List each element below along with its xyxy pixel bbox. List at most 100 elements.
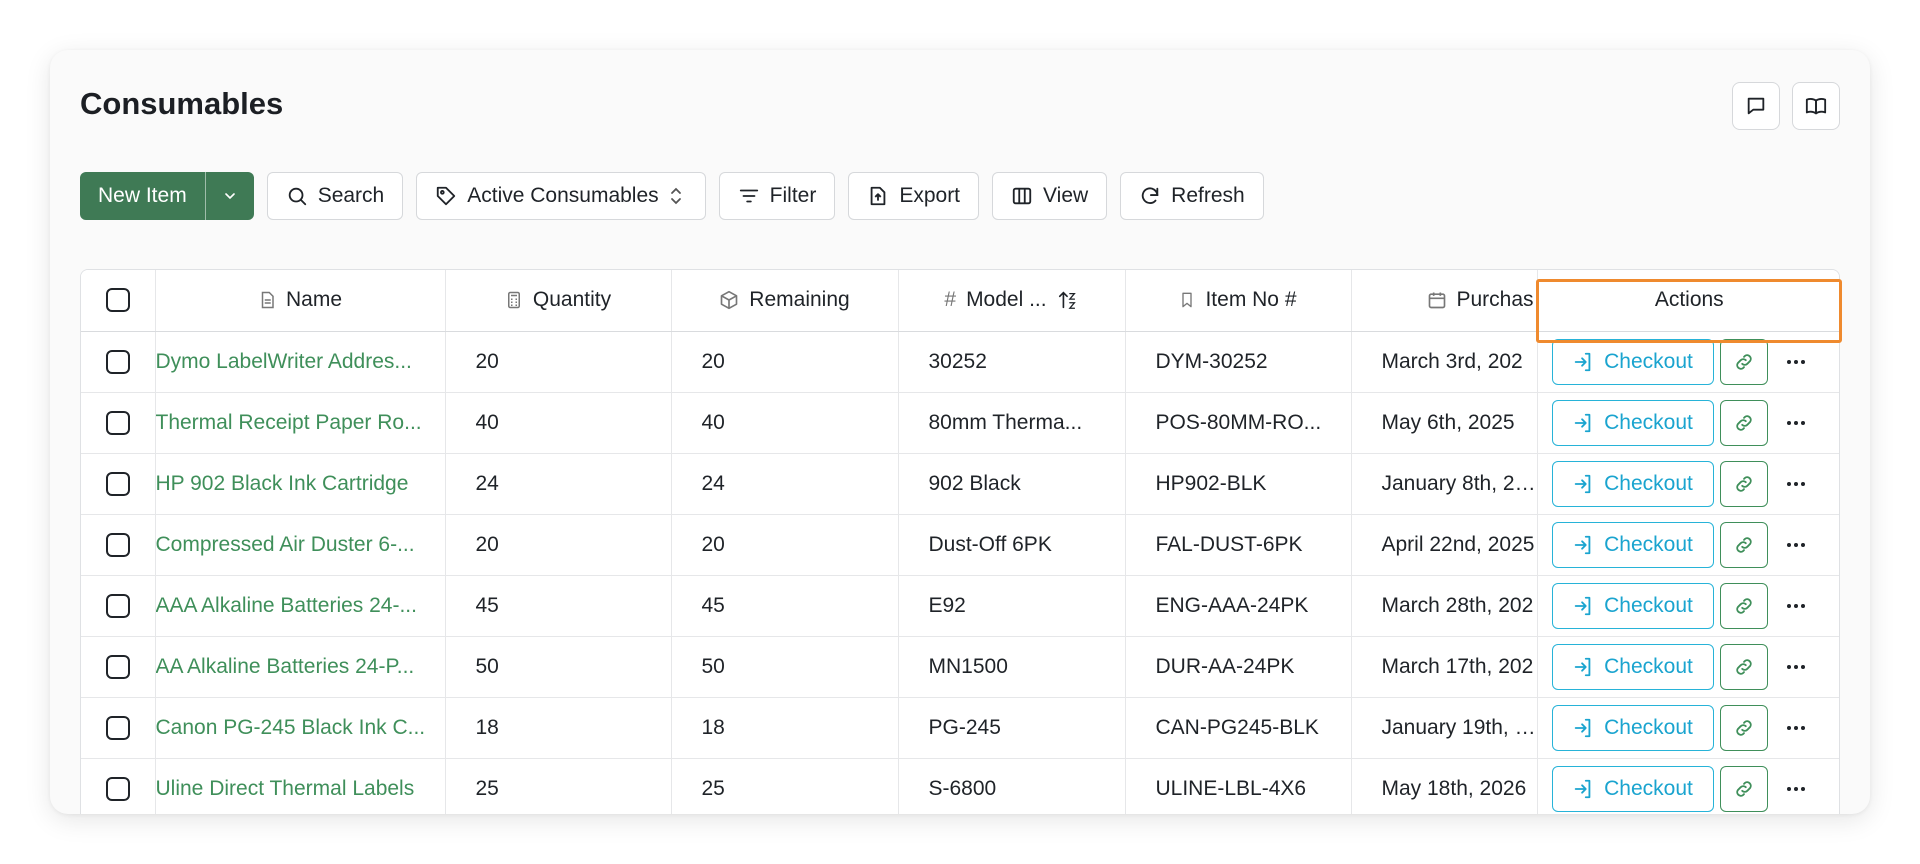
copy-link-button[interactable] (1719, 765, 1768, 812)
more-actions-button[interactable] (1774, 461, 1818, 507)
row-checkbox[interactable] (105, 349, 130, 374)
new-item-button[interactable]: New Item (80, 172, 205, 220)
item-name-link[interactable]: AA Alkaline Batteries 24-P... (155, 636, 446, 698)
table-row[interactable]: Canon PG-245 Black Ink C... 18 18 PG-245… (81, 697, 1839, 759)
copy-link-button[interactable] (1719, 643, 1768, 690)
header-quantity[interactable]: Quantity (445, 270, 672, 332)
item-name-link[interactable]: Dymo LabelWriter Addres... (155, 331, 446, 393)
copy-link-button[interactable] (1719, 338, 1768, 385)
export-icon (870, 186, 886, 206)
item-name-link[interactable]: AAA Alkaline Batteries 24-... (155, 575, 446, 637)
purchase-date-cell: April 22nd, 2025 (1351, 514, 1538, 576)
purchase-date-cell: May 6th, 2025 (1351, 392, 1538, 454)
top-icon-group (1732, 82, 1840, 130)
more-actions-button[interactable] (1774, 705, 1818, 751)
sign-in-icon (1574, 352, 1591, 371)
item-name-link[interactable]: HP 902 Black Ink Cartridge (155, 453, 446, 515)
checkout-button[interactable]: Checkout (1551, 643, 1714, 690)
link-icon (1735, 353, 1752, 370)
row-checkbox[interactable] (105, 471, 130, 496)
row-checkbox[interactable] (105, 593, 130, 618)
link-icon (1735, 658, 1752, 675)
model-cell: PG-245 (898, 697, 1126, 759)
new-item-dropdown-button[interactable] (206, 172, 254, 220)
checkout-button[interactable]: Checkout (1551, 338, 1714, 385)
row-checkbox[interactable] (105, 776, 130, 801)
toolbar: New Item Search Active Consumables Filte… (80, 172, 1264, 220)
export-button[interactable]: Export (848, 172, 980, 220)
bookmark-icon (1182, 292, 1193, 308)
quantity-cell: 25 (445, 758, 672, 814)
header-name[interactable]: Name (155, 270, 446, 332)
docs-button[interactable] (1792, 82, 1840, 130)
quantity-cell: 20 (445, 514, 672, 576)
more-actions-button[interactable] (1774, 339, 1818, 385)
actions-cell: Checkout (1536, 636, 1839, 698)
item-name-link[interactable]: Thermal Receipt Paper Ro... (155, 392, 446, 454)
table-row[interactable]: AAA Alkaline Batteries 24-... 45 45 E92 … (81, 575, 1839, 637)
model-cell: 30252 (898, 331, 1126, 393)
item-name-link[interactable]: Compressed Air Duster 6-... (155, 514, 446, 576)
row-checkbox[interactable] (105, 532, 130, 557)
copy-link-button[interactable] (1719, 704, 1768, 751)
more-actions-button[interactable] (1774, 400, 1818, 446)
more-actions-button[interactable] (1774, 583, 1818, 629)
model-cell: 902 Black (898, 453, 1126, 515)
purchase-date-cell: March 3rd, 202 (1351, 331, 1538, 393)
header-item-no[interactable]: Item No # (1125, 270, 1352, 332)
item-no-cell: FAL-DUST-6PK (1125, 514, 1352, 576)
checkout-button[interactable]: Checkout (1551, 399, 1714, 446)
header-model[interactable]: # Model ... (898, 270, 1126, 332)
link-icon (1735, 536, 1752, 553)
checkout-button[interactable]: Checkout (1551, 704, 1714, 751)
more-actions-button[interactable] (1774, 522, 1818, 568)
actions-cell: Checkout (1536, 514, 1839, 576)
row-checkbox[interactable] (105, 410, 130, 435)
chevron-down-icon (224, 193, 235, 200)
link-icon (1735, 475, 1752, 492)
item-name-link[interactable]: Uline Direct Thermal Labels (155, 758, 446, 814)
consumables-table: Name Quantity Remaining # Model ... Item… (80, 269, 1840, 814)
copy-link-button[interactable] (1719, 521, 1768, 568)
table-row[interactable]: Uline Direct Thermal Labels 25 25 S-6800… (81, 758, 1839, 814)
view-button[interactable]: View (992, 172, 1108, 220)
table-row[interactable]: HP 902 Black Ink Cartridge 24 24 902 Bla… (81, 453, 1839, 515)
header-purchase[interactable]: Purchas (1351, 270, 1538, 332)
checkout-button[interactable]: Checkout (1551, 765, 1714, 812)
checkout-button[interactable]: Checkout (1551, 582, 1714, 629)
checkout-label: Checkout (1604, 471, 1693, 495)
table-row[interactable]: AA Alkaline Batteries 24-P... 50 50 MN15… (81, 636, 1839, 698)
active-consumables-select[interactable]: Active Consumables (416, 172, 706, 220)
header-remaining[interactable]: Remaining (671, 270, 899, 332)
checkout-button[interactable]: Checkout (1551, 460, 1714, 507)
comment-button[interactable] (1732, 82, 1780, 130)
row-checkbox[interactable] (105, 654, 130, 679)
purchase-date-cell: May 18th, 2026 (1351, 758, 1538, 814)
link-icon (1735, 597, 1752, 614)
row-checkbox[interactable] (105, 715, 130, 740)
item-no-cell: ULINE-LBL-4X6 (1125, 758, 1352, 814)
more-actions-button[interactable] (1774, 644, 1818, 690)
table-row[interactable]: Thermal Receipt Paper Ro... 40 40 80mm T… (81, 392, 1839, 454)
search-button[interactable]: Search (266, 172, 404, 220)
columns-icon (1012, 187, 1032, 205)
table-row[interactable]: Compressed Air Duster 6-... 20 20 Dust-O… (81, 514, 1839, 576)
sign-in-icon (1574, 535, 1591, 554)
item-name-link[interactable]: Canon PG-245 Black Ink C... (155, 697, 446, 759)
copy-link-button[interactable] (1719, 460, 1768, 507)
copy-link-button[interactable] (1719, 582, 1768, 629)
table-header-row: Name Quantity Remaining # Model ... Item… (81, 270, 1839, 332)
checkout-button[interactable]: Checkout (1551, 521, 1714, 568)
refresh-button[interactable]: Refresh (1120, 172, 1264, 220)
select-all-checkbox[interactable] (105, 288, 130, 313)
sort-ascending-icon[interactable] (1057, 289, 1079, 311)
copy-link-button[interactable] (1719, 399, 1768, 446)
row-select-cell (81, 514, 156, 576)
page-title: Consumables (80, 86, 284, 121)
table-row[interactable]: Dymo LabelWriter Addres... 20 20 30252 D… (81, 331, 1839, 393)
filter-button[interactable]: Filter (718, 172, 836, 220)
actions-cell: Checkout (1536, 453, 1839, 515)
sign-in-icon (1574, 657, 1591, 676)
tag-icon (437, 186, 456, 206)
more-actions-button[interactable] (1774, 766, 1818, 812)
